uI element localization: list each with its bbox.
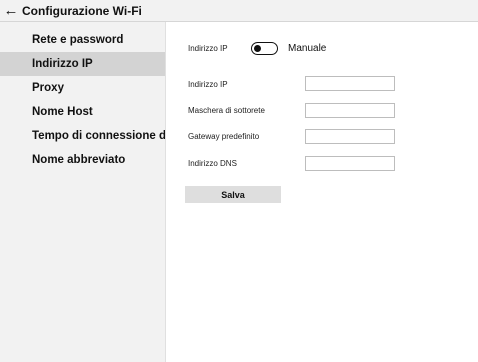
sidebar-item-nome-host[interactable]: Nome Host bbox=[0, 100, 165, 124]
main-panel: Indirizzo IP Manuale Indirizzo IP Masche… bbox=[166, 22, 478, 362]
dns-row: Indirizzo DNS bbox=[188, 159, 237, 168]
dns-input[interactable] bbox=[305, 156, 395, 171]
ip-mode-label: Indirizzo IP bbox=[188, 44, 228, 53]
title-bar: ← Configurazione Wi-Fi bbox=[0, 0, 478, 22]
subnet-mask-row: Maschera di sottorete bbox=[188, 106, 265, 115]
ip-mode-value-label: Manuale bbox=[288, 43, 327, 54]
sidebar-item-nome-abbreviato[interactable]: Nome abbreviato bbox=[0, 148, 165, 172]
back-arrow-icon[interactable]: ← bbox=[2, 0, 20, 22]
dns-label: Indirizzo DNS bbox=[188, 159, 237, 168]
ip-address-label: Indirizzo IP bbox=[188, 80, 228, 89]
toggle-knob bbox=[254, 44, 261, 52]
sidebar-item-tempo-di-connessione[interactable]: Tempo di connessione dir bbox=[0, 124, 165, 148]
ip-mode-row: Indirizzo IP bbox=[188, 44, 228, 53]
subnet-mask-input[interactable] bbox=[305, 103, 395, 118]
ip-mode-toggle[interactable] bbox=[251, 42, 278, 55]
sidebar: Rete e password Indirizzo IP Proxy Nome … bbox=[0, 22, 166, 362]
ip-address-row: Indirizzo IP bbox=[188, 80, 228, 89]
gateway-input[interactable] bbox=[305, 129, 395, 144]
sidebar-item-indirizzo-ip[interactable]: Indirizzo IP bbox=[0, 52, 165, 76]
gateway-row: Gateway predefinito bbox=[188, 132, 259, 141]
window-title: Configurazione Wi-Fi bbox=[22, 3, 142, 18]
subnet-mask-label: Maschera di sottorete bbox=[188, 106, 265, 115]
sidebar-item-rete-e-password[interactable]: Rete e password bbox=[0, 28, 165, 52]
save-button[interactable]: Salva bbox=[185, 186, 281, 203]
ip-address-input[interactable] bbox=[305, 76, 395, 91]
gateway-label: Gateway predefinito bbox=[188, 132, 260, 141]
sidebar-item-proxy[interactable]: Proxy bbox=[0, 76, 165, 100]
